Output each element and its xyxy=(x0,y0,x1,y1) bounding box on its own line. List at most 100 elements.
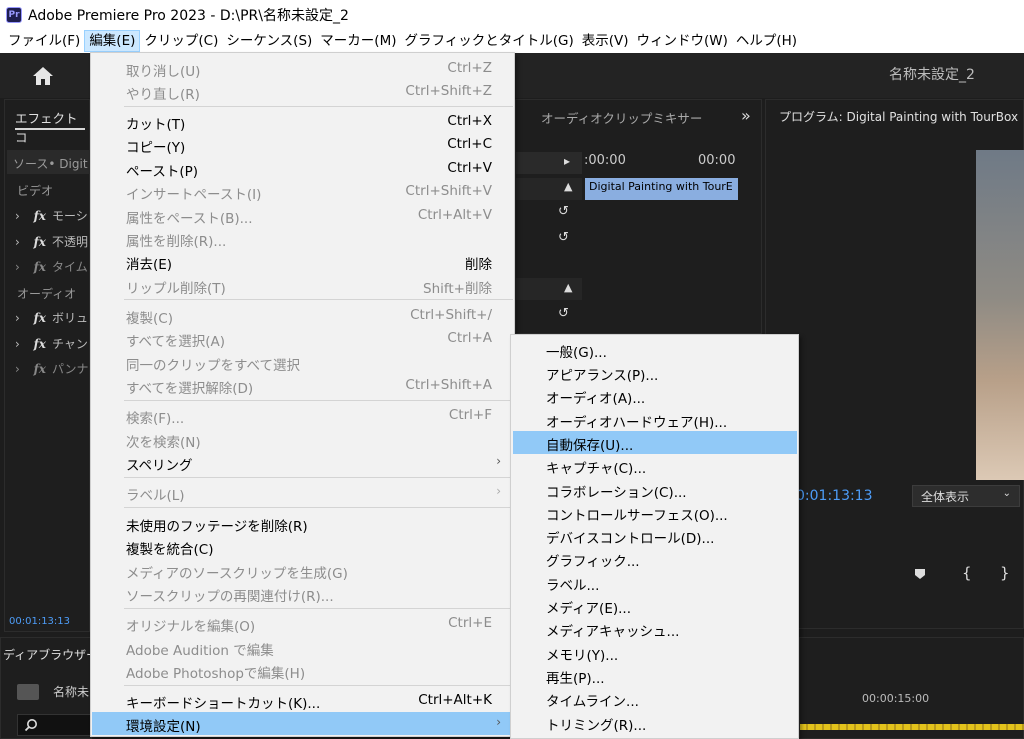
menu-item-clear[interactable]: 消去(E) 削除 xyxy=(92,250,513,273)
menu-item-edit-in-photoshop[interactable]: Adobe Photoshopで編集(H) xyxy=(92,659,513,682)
search-input[interactable] xyxy=(17,714,93,736)
pref-item-trimming[interactable]: トリミング(R)... xyxy=(513,711,797,734)
menu-item-paste[interactable]: ペースト(P) Ctrl+V xyxy=(92,157,513,180)
marker-icon[interactable] xyxy=(914,568,926,580)
chevron-down-icon: ⌄ xyxy=(1002,488,1011,499)
pref-item-graphics[interactable]: グラフィック... xyxy=(513,547,797,570)
menu-help[interactable]: ヘルプ(H) xyxy=(732,30,801,52)
menu-item-paste-attributes[interactable]: 属性をペースト(B)... Ctrl+Alt+V xyxy=(92,204,513,227)
title-bar: Pr Adobe Premiere Pro 2023 - D:\PR\名称未設定… xyxy=(0,0,1024,29)
effect-row-opacity[interactable]: › fx 不透明 xyxy=(15,233,88,250)
project-title: 名称未設定_2 xyxy=(889,67,975,83)
pref-item-general[interactable]: 一般(G)... xyxy=(513,338,797,361)
menu-separator xyxy=(124,507,513,508)
menu-window[interactable]: ウィンドウ(W) xyxy=(633,30,732,52)
timeline-start-time: :00:00 xyxy=(584,153,626,168)
menu-item-edit-in-audition[interactable]: Adobe Audition で編集 xyxy=(92,636,513,659)
zoom-select[interactable]: 全体表示 ⌄ xyxy=(912,485,1020,507)
pref-item-capture[interactable]: キャプチャ(C)... xyxy=(513,454,797,477)
menu-item-spelling[interactable]: スペリング › xyxy=(92,451,513,474)
menu-item-ripple-delete[interactable]: リップル削除(T) Shift+削除 xyxy=(92,274,513,297)
effect-row-channel[interactable]: › fx チャン xyxy=(15,335,88,352)
menu-item-label[interactable]: ラベル(L) › xyxy=(92,481,513,504)
pref-item-collaboration[interactable]: コラボレーション(C)... xyxy=(513,478,797,501)
reset-icon[interactable]: ↺ xyxy=(558,204,569,219)
pref-item-timeline[interactable]: タイムライン... xyxy=(513,687,797,710)
menu-marker[interactable]: マーカー(M) xyxy=(316,30,400,52)
active-tab-underline xyxy=(15,128,85,130)
menu-item-copy[interactable]: コピー(Y) Ctrl+C xyxy=(92,133,513,156)
audio-clip-mixer-panel: オーディオクリップミキサー » ▸ :00:00 00:00 Digital P… xyxy=(515,99,762,334)
pref-item-device-control[interactable]: デバイスコントロール(D)... xyxy=(513,524,797,547)
menu-separator xyxy=(124,477,513,478)
effect-controls-tab[interactable]: エフェクトコ xyxy=(15,108,89,146)
reset-icon[interactable]: ↺ xyxy=(558,306,569,321)
effect-row-volume[interactable]: › fx ボリュ xyxy=(15,309,88,326)
fx-icon: fx xyxy=(33,260,46,274)
menu-edit[interactable]: 編集(E) xyxy=(84,30,141,52)
audio-section-label: オーディオ xyxy=(17,287,77,301)
menu-separator xyxy=(124,685,513,686)
timeline-panel: 00:00:15:00 xyxy=(799,637,1024,739)
timeline-render-bar xyxy=(800,724,1024,730)
media-browser-tab[interactable]: ディアブラウザー xyxy=(3,646,98,663)
menu-item-generate-source-clip[interactable]: メディアのソースクリップを生成(G) xyxy=(92,559,513,582)
menu-item-keyboard-shortcuts[interactable]: キーボードショートカット(K)... Ctrl+Alt+K xyxy=(92,689,513,712)
media-browser-item[interactable]: 名称未 xyxy=(53,683,89,700)
menu-item-edit-original[interactable]: オリジナルを編集(O) Ctrl+E xyxy=(92,612,513,635)
menu-item-preferences[interactable]: 環境設定(N) › xyxy=(92,712,513,735)
menu-item-relink-source-clip[interactable]: ソースクリップの再関連付け(R)... xyxy=(92,582,513,605)
menu-item-insert-paste[interactable]: インサートペースト(I) Ctrl+Shift+V xyxy=(92,180,513,203)
fx-icon: fx xyxy=(33,311,46,325)
pref-item-memory[interactable]: メモリ(Y)... xyxy=(513,641,797,664)
pref-item-labels[interactable]: ラベル... xyxy=(513,571,797,594)
timeline-clip[interactable]: Digital Painting with TourE xyxy=(585,178,738,200)
menu-graphics[interactable]: グラフィックとタイトル(G) xyxy=(400,30,577,52)
program-monitor-title[interactable]: プログラム: Digital Painting with TourBox xyxy=(779,108,1018,125)
pref-item-media-cache[interactable]: メディアキャッシュ... xyxy=(513,617,797,640)
menu-item-duplicate[interactable]: 複製(C) Ctrl+Shift+/ xyxy=(92,304,513,327)
reset-icon[interactable]: ↺ xyxy=(558,230,569,245)
menu-item-cut[interactable]: カット(T) Ctrl+X xyxy=(92,110,513,133)
menu-item-select-all[interactable]: すべてを選択(A) Ctrl+A xyxy=(92,327,513,350)
pref-item-playback[interactable]: 再生(P)... xyxy=(513,664,797,687)
submenu-arrow-icon: › xyxy=(496,715,501,729)
menu-item-find[interactable]: 検索(F)... Ctrl+F xyxy=(92,404,513,427)
collapse-icon[interactable]: ▲ xyxy=(564,180,572,193)
preferences-submenu: 一般(G)... アピアランス(P)... オーディオ(A)... オーディオハ… xyxy=(510,334,799,739)
collapse-icon[interactable]: ▲ xyxy=(564,281,572,294)
home-icon[interactable] xyxy=(32,66,54,86)
audio-clip-mixer-tab[interactable]: オーディオクリップミキサー xyxy=(541,108,702,127)
window-title: Adobe Premiere Pro 2023 - D:\PR\名称未設定_2 xyxy=(28,7,349,24)
pref-item-appearance[interactable]: アピアランス(P)... xyxy=(513,361,797,384)
menu-item-deselect-all[interactable]: すべてを選択解除(D) Ctrl+Shift+A xyxy=(92,374,513,397)
menu-bar: ファイル(F) 編集(E) クリップ(C) シーケンス(S) マーカー(M) グ… xyxy=(0,29,1024,53)
menu-item-redo[interactable]: やり直し(R) Ctrl+Shift+Z xyxy=(92,80,513,103)
program-timecode[interactable]: 0:01:13:13 xyxy=(796,488,873,504)
menu-item-remove-unused[interactable]: 未使用のフッテージを削除(R) xyxy=(92,512,513,535)
effect-controls-timecode[interactable]: 00:01:13:13 xyxy=(9,616,70,627)
pref-item-control-surface[interactable]: コントロールサーフェス(O)... xyxy=(513,501,797,524)
pref-item-media[interactable]: メディア(E)... xyxy=(513,594,797,617)
fx-icon: fx xyxy=(33,337,46,351)
menu-item-find-next[interactable]: 次を検索(N) xyxy=(92,428,513,451)
pref-item-audio-hardware[interactable]: オーディオハードウェア(H)... xyxy=(513,408,797,431)
menu-sequence[interactable]: シーケンス(S) xyxy=(222,30,316,52)
program-video-frame[interactable] xyxy=(976,150,1024,480)
menu-item-undo[interactable]: 取り消し(U) Ctrl+Z xyxy=(92,57,513,80)
menu-file[interactable]: ファイル(F) xyxy=(4,30,84,52)
menu-clip[interactable]: クリップ(C) xyxy=(140,30,222,52)
mark-in-icon[interactable]: { xyxy=(962,564,972,582)
menu-item-select-same-clips[interactable]: 同一のクリップをすべて選択 xyxy=(92,351,513,374)
effect-row-motion[interactable]: › fx モーシ xyxy=(15,207,88,224)
pref-item-audio[interactable]: オーディオ(A)... xyxy=(513,384,797,407)
play-indicator-icon[interactable]: ▸ xyxy=(564,154,570,168)
menu-view[interactable]: 表示(V) xyxy=(578,30,633,52)
pref-item-auto-save[interactable]: 自動保存(U)... xyxy=(513,431,797,454)
mark-out-icon[interactable]: } xyxy=(1000,564,1010,582)
effect-row-time[interactable]: › fx タイム xyxy=(15,258,88,275)
menu-item-consolidate-duplicates[interactable]: 複製を統合(C) xyxy=(92,535,513,558)
menu-item-remove-attributes[interactable]: 属性を削除(R)... xyxy=(92,227,513,250)
panel-overflow-icon[interactable]: » xyxy=(741,106,751,125)
effect-row-panner[interactable]: › fx パンナ xyxy=(15,360,89,377)
